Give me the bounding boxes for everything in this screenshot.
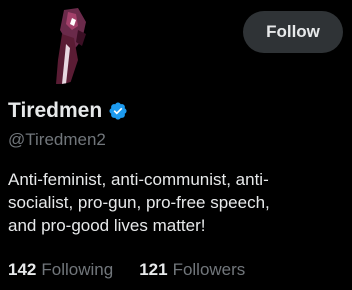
following-count: 142 [8, 260, 37, 279]
avatar-image [16, 0, 100, 84]
handle: @Tiredmen2 [8, 130, 106, 149]
follow-button[interactable]: Follow [243, 11, 343, 53]
following-link[interactable]: 142 Following [8, 259, 113, 281]
bio-line: and pro-good lives matter! [8, 216, 206, 235]
bio-line: socialist, pro-gun, pro-free speech, [8, 193, 270, 212]
bio: Anti-feminist, anti-communist, anti- soc… [8, 168, 344, 237]
display-name: Tiredmen [8, 99, 103, 122]
bio-line: Anti-feminist, anti-communist, anti- [8, 170, 269, 189]
avatar[interactable] [16, 0, 100, 84]
followers-link[interactable]: 121 Followers [139, 259, 245, 281]
verified-badge-icon[interactable] [108, 101, 128, 121]
followers-label: Followers [172, 260, 246, 279]
followers-count: 121 [139, 260, 168, 279]
following-label: Following [41, 260, 114, 279]
stats: 142 Following 121 Followers [8, 259, 245, 281]
name-row: Tiredmen [8, 98, 128, 124]
